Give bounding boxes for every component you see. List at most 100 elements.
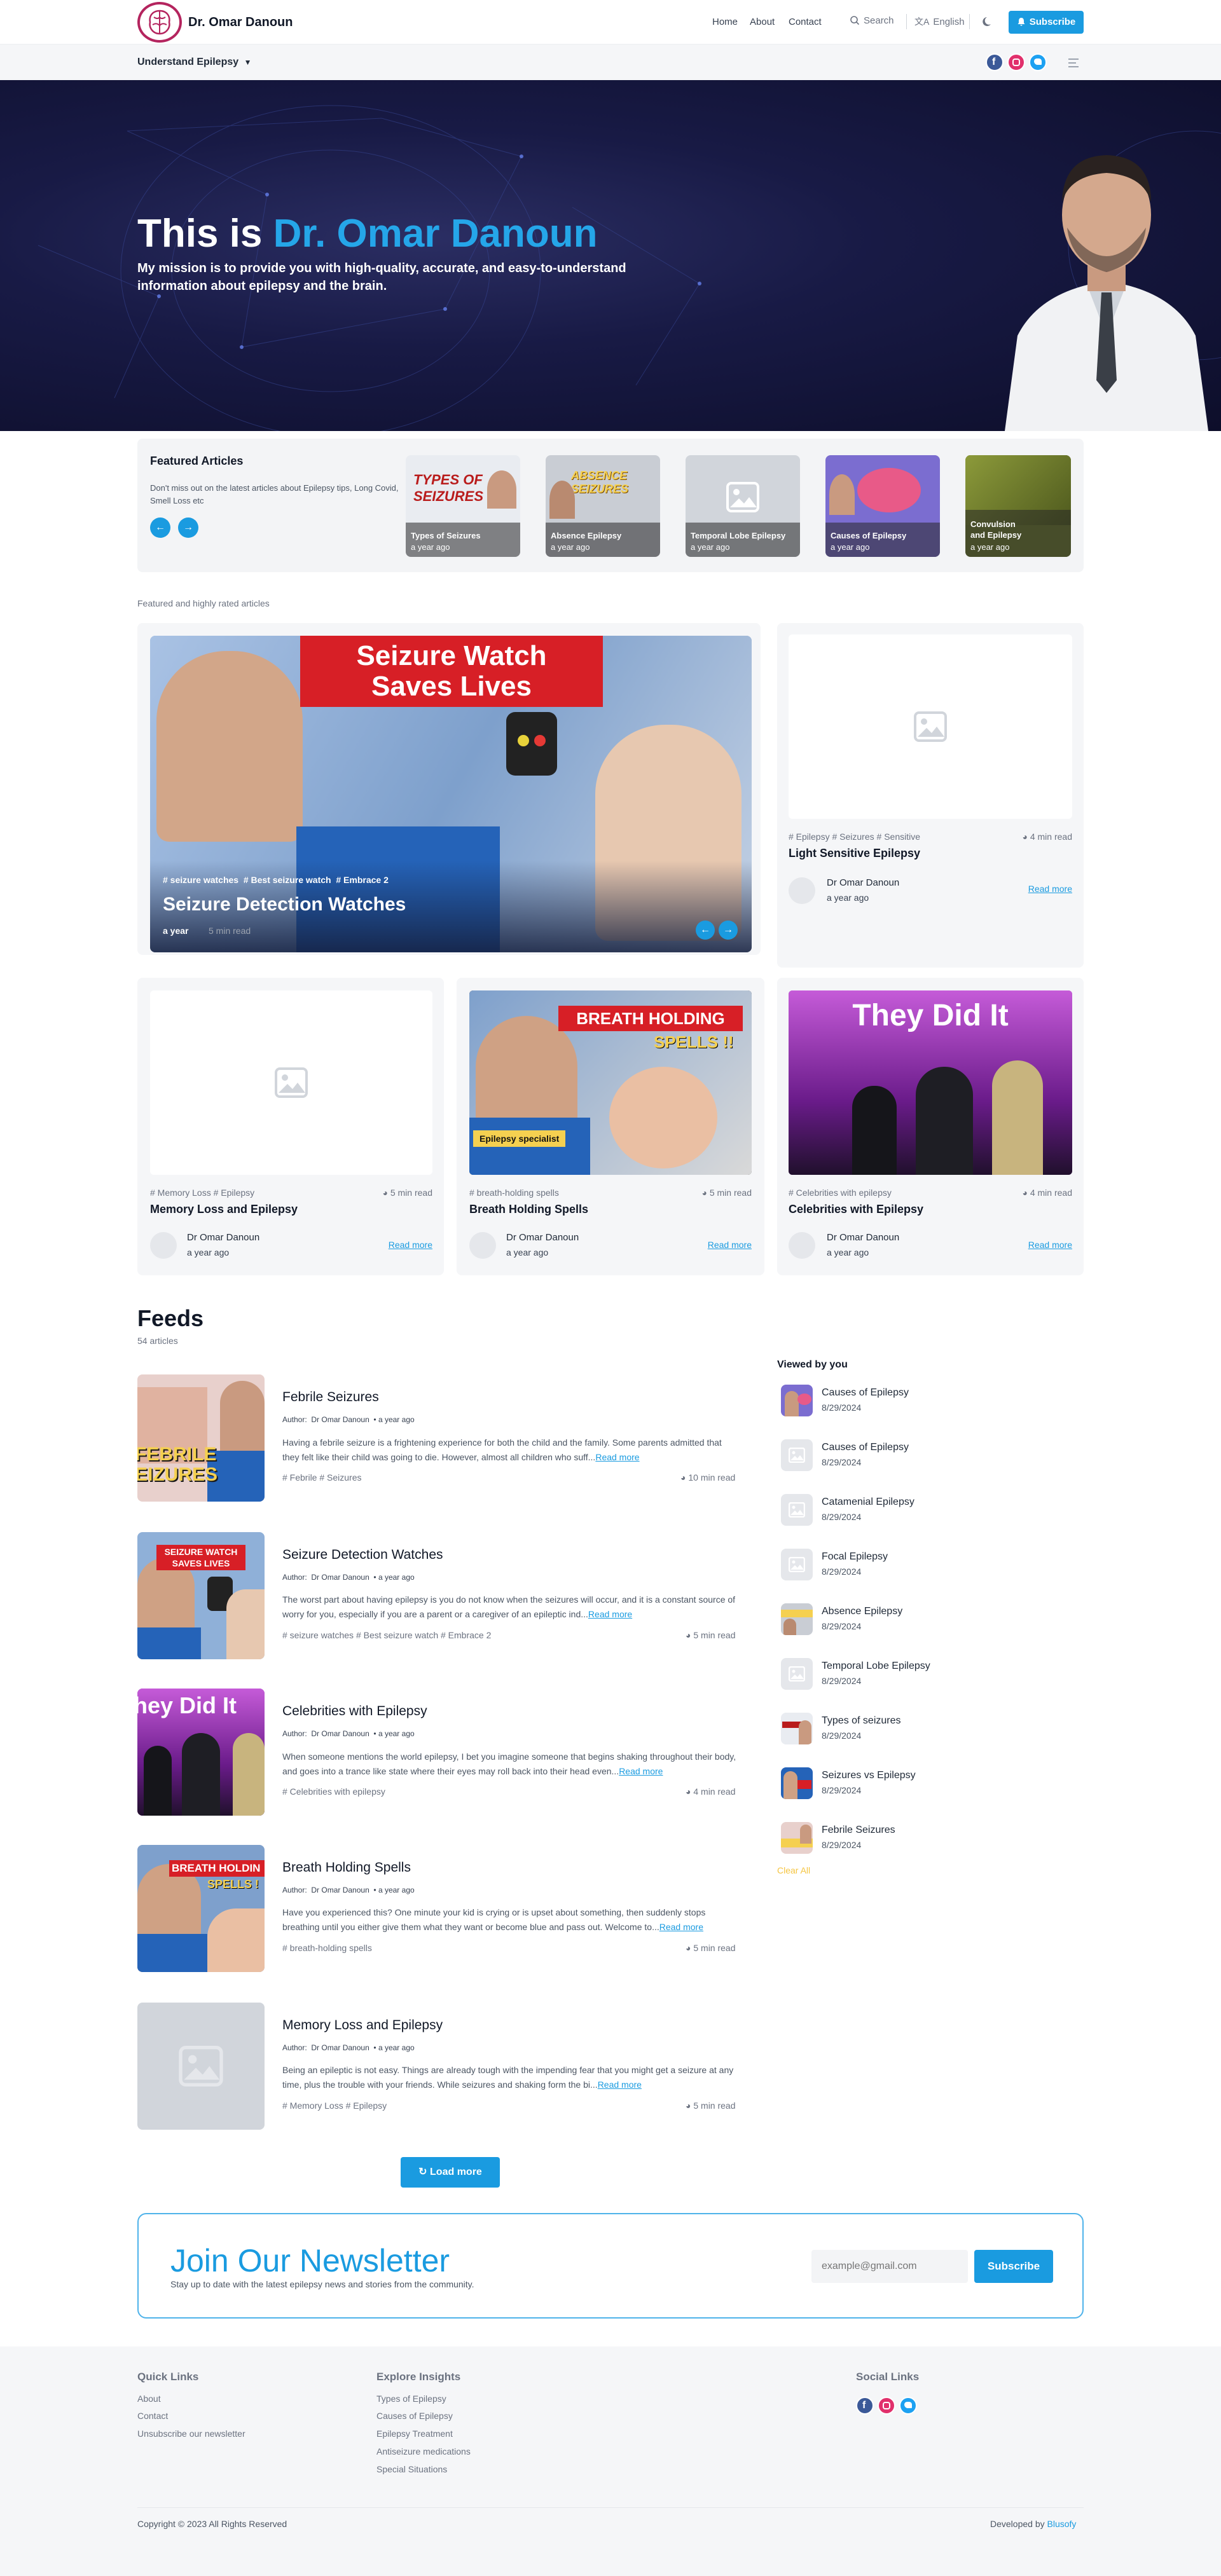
feed-title[interactable]: Memory Loss and Epilepsy bbox=[282, 2018, 443, 2033]
viewed-thumbnail[interactable] bbox=[781, 1439, 813, 1471]
read-more-link[interactable]: Read more bbox=[598, 2079, 642, 2090]
tag[interactable]: # seizure watches bbox=[163, 875, 238, 885]
feed-title[interactable]: Seizure Detection Watches bbox=[282, 1547, 443, 1563]
doctor-thumbnail bbox=[156, 651, 303, 842]
feed-excerpt: When someone mentions the world epilepsy… bbox=[282, 1750, 740, 1779]
read-more-link[interactable]: Read more bbox=[708, 1240, 752, 1250]
author-name: Dr Omar Danoun bbox=[827, 1232, 900, 1243]
viewed-thumbnail[interactable] bbox=[781, 1494, 813, 1526]
article-card[interactable]: They Did It # Celebrities with epilepsy … bbox=[777, 978, 1084, 1275]
clock-icon: ◕ bbox=[686, 1630, 691, 1640]
feed-title[interactable]: Febrile Seizures bbox=[282, 1390, 379, 1405]
dark-mode-toggle[interactable] bbox=[982, 15, 995, 31]
feed-tags: # seizure watches # Best seizure watch #… bbox=[282, 1630, 492, 1640]
featured-card[interactable]: TYPES OF SEIZURES Types of Seizures a yea… bbox=[406, 455, 520, 557]
viewed-item-title[interactable]: Temporal Lobe Epilepsy bbox=[822, 1661, 930, 1672]
site-title[interactable]: Dr. Omar Danoun bbox=[188, 15, 293, 30]
featured-card[interactable]: Causes of Epilepsy a year ago bbox=[825, 455, 940, 557]
read-time-label: 4 min read bbox=[693, 1786, 736, 1797]
footer-link[interactable]: Epilepsy Treatment bbox=[376, 2429, 453, 2439]
author-label: Author: bbox=[282, 2043, 307, 2052]
next-button[interactable]: → bbox=[719, 921, 738, 940]
feed-author: Author: Dr Omar Danoun • a year ago bbox=[282, 1729, 415, 1738]
newsletter-email-input[interactable] bbox=[811, 2250, 968, 2283]
read-more-link[interactable]: Read more bbox=[389, 1240, 432, 1250]
tag[interactable]: # Best seizure watch bbox=[244, 875, 331, 885]
newsletter-subscribe-button[interactable]: Subscribe bbox=[974, 2250, 1053, 2283]
feed-title[interactable]: Celebrities with Epilepsy bbox=[282, 1704, 427, 1719]
instagram-icon[interactable] bbox=[878, 2397, 895, 2415]
nav-about-link[interactable]: About bbox=[750, 17, 775, 27]
facebook-icon[interactable]: f bbox=[856, 2397, 874, 2415]
next-button[interactable]: → bbox=[178, 517, 198, 538]
footer-link[interactable]: Contact bbox=[137, 2411, 168, 2421]
main-highlight-card[interactable]: Seizure Watch Saves Lives # seizure watch… bbox=[150, 636, 752, 952]
viewed-item-title[interactable]: Catamenial Epilepsy bbox=[822, 1497, 914, 1508]
understand-epilepsy-dropdown[interactable]: Understand Epilepsy ▼ bbox=[137, 57, 252, 68]
search-button[interactable]: Search bbox=[850, 15, 894, 26]
feed-thumbnail[interactable]: hey Did It bbox=[137, 1689, 265, 1816]
footer-link[interactable]: Unsubscribe our newsletter bbox=[137, 2429, 245, 2439]
subscribe-button[interactable]: Subscribe bbox=[1009, 11, 1084, 34]
viewed-item-title[interactable]: Febrile Seizures bbox=[822, 1825, 895, 1836]
viewed-item-title[interactable]: Seizures vs Epilepsy bbox=[822, 1770, 916, 1781]
featured-card[interactable]: ABSENCE SEIZURES Absence Epilepsy a year … bbox=[546, 455, 660, 557]
bell-icon bbox=[1018, 18, 1025, 26]
developer-credit: Developed by Blusofy bbox=[990, 2519, 1076, 2529]
feed-thumbnail[interactable] bbox=[137, 2003, 265, 2130]
read-more-link[interactable]: Read more bbox=[588, 1609, 632, 1619]
viewed-item-title[interactable]: Causes of Epilepsy bbox=[822, 1387, 909, 1399]
prev-button[interactable]: ← bbox=[696, 921, 715, 940]
viewed-thumbnail[interactable] bbox=[781, 1713, 813, 1744]
doctor-thumbnail bbox=[783, 1771, 797, 1799]
viewed-item-title[interactable]: Types of seizures bbox=[822, 1715, 901, 1727]
language-switcher[interactable]: 文A English bbox=[914, 15, 965, 28]
footer-link[interactable]: Antiseizure medications bbox=[376, 2446, 471, 2456]
feed-thumbnail[interactable]: BREATH HOLDIN SPELLS ! bbox=[137, 1845, 265, 1972]
divider bbox=[969, 14, 970, 29]
developer-link[interactable]: Blusofy bbox=[1047, 2519, 1077, 2529]
tag[interactable]: # Embrace 2 bbox=[336, 875, 389, 885]
footer-link[interactable]: About bbox=[137, 2394, 161, 2404]
read-more-link[interactable]: Read more bbox=[619, 1766, 663, 1776]
footer-link[interactable]: Types of Epilepsy bbox=[376, 2394, 446, 2404]
facebook-icon[interactable]: f bbox=[986, 53, 1004, 71]
featured-card[interactable]: Convulsion and Epilepsy a year ago bbox=[965, 455, 1071, 557]
brain-logo[interactable] bbox=[137, 2, 182, 43]
footer-link[interactable]: Special Situations bbox=[376, 2464, 447, 2474]
viewed-thumbnail[interactable] bbox=[781, 1767, 813, 1799]
viewed-thumbnail[interactable] bbox=[781, 1385, 813, 1416]
prev-button[interactable]: ← bbox=[150, 517, 170, 538]
thumbnail-text: hey Did It bbox=[137, 1692, 237, 1718]
card-date: a year ago bbox=[831, 542, 870, 552]
nav-contact-link[interactable]: Contact bbox=[789, 17, 822, 27]
feed-thumbnail[interactable]: SEIZURE WATCH SAVES LIVES bbox=[137, 1532, 265, 1659]
viewed-item-title[interactable]: Absence Epilepsy bbox=[822, 1606, 902, 1617]
read-more-link[interactable]: Read more bbox=[1028, 884, 1072, 894]
viewed-item-title[interactable]: Causes of Epilepsy bbox=[822, 1442, 909, 1453]
article-card[interactable]: # Memory Loss # Epilepsy ◕ 5 min read Me… bbox=[137, 978, 444, 1275]
twitter-icon[interactable] bbox=[899, 2397, 917, 2415]
read-more-link[interactable]: Read more bbox=[659, 1922, 703, 1932]
load-more-button[interactable]: ↻ Load more bbox=[401, 2157, 500, 2188]
read-more-link[interactable]: Read more bbox=[595, 1452, 639, 1462]
nav-home-link[interactable]: Home bbox=[712, 17, 738, 27]
viewed-item-title[interactable]: Focal Epilepsy bbox=[822, 1551, 888, 1563]
feed-thumbnail[interactable]: FEBRILE EIZURES bbox=[137, 1374, 265, 1502]
clear-all-link[interactable]: Clear All bbox=[777, 1865, 810, 1875]
viewed-thumbnail[interactable] bbox=[781, 1822, 813, 1854]
viewed-thumbnail[interactable] bbox=[781, 1603, 813, 1635]
footer-link[interactable]: Causes of Epilepsy bbox=[376, 2411, 453, 2421]
article-card[interactable]: BREATH HOLDING SPELLS !! Epilepsy specia… bbox=[457, 978, 764, 1275]
article-card[interactable]: # Epilepsy # Seizures # Sensitive ◕ 4 mi… bbox=[777, 623, 1084, 968]
twitter-icon[interactable] bbox=[1029, 53, 1047, 71]
caption-badge: Epilepsy specialist bbox=[473, 1130, 566, 1147]
featured-title: Featured Articles bbox=[150, 455, 244, 467]
viewed-thumbnail[interactable] bbox=[781, 1549, 813, 1580]
viewed-thumbnail[interactable] bbox=[781, 1658, 813, 1690]
menu-icon[interactable] bbox=[1068, 58, 1079, 70]
feed-title[interactable]: Breath Holding Spells bbox=[282, 1860, 411, 1875]
read-more-link[interactable]: Read more bbox=[1028, 1240, 1072, 1250]
instagram-icon[interactable] bbox=[1007, 53, 1025, 71]
featured-card[interactable]: Temporal Lobe Epilepsy a year ago bbox=[686, 455, 800, 557]
